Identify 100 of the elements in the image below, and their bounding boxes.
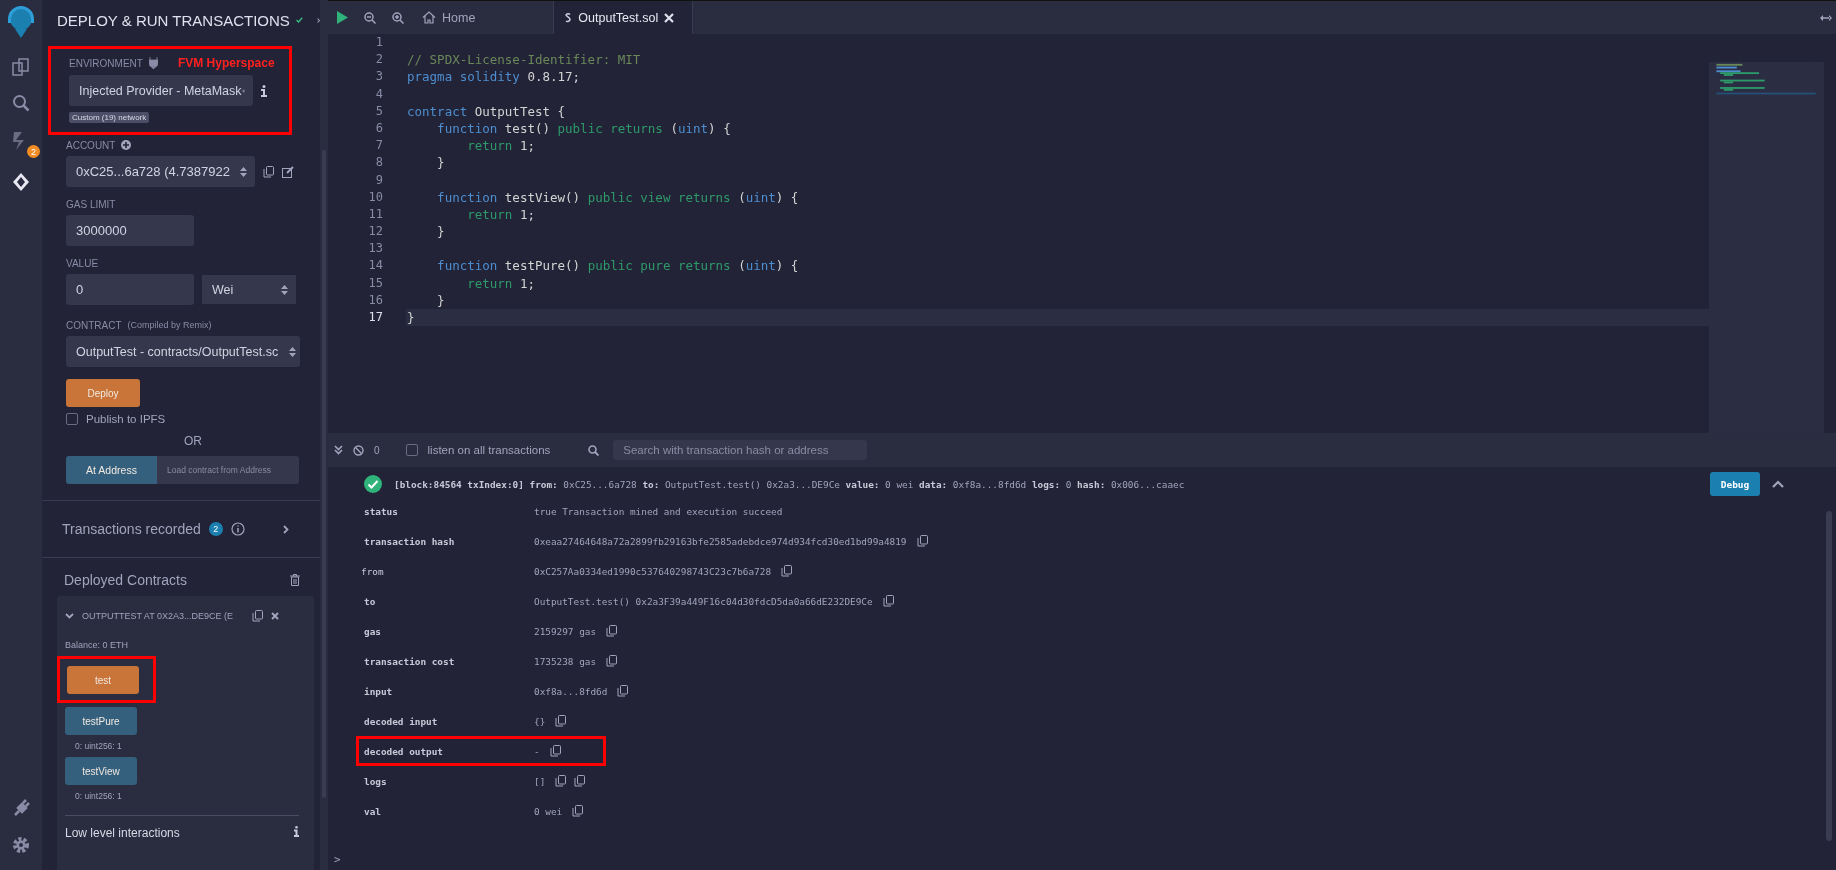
detail-key: from (361, 565, 531, 577)
line-number: 8 (375, 155, 383, 170)
chevron-down-icon[interactable] (65, 613, 74, 619)
search-icon[interactable] (588, 444, 600, 456)
settings-icon[interactable] (12, 836, 30, 854)
files-icon[interactable] (12, 58, 30, 76)
detail-key: decoded input (364, 715, 534, 727)
success-icon (364, 475, 382, 493)
contract-select[interactable]: OutputTest - contracts/OutputTest.sc (66, 336, 300, 367)
copy-icon[interactable] (882, 595, 894, 607)
zoom-in-icon[interactable] (392, 11, 404, 24)
address-field[interactable]: Load contract from Address (157, 456, 299, 484)
detail-value: 1735238 gas (534, 655, 597, 667)
info-icon[interactable] (294, 826, 299, 837)
line-number: 3 (375, 69, 383, 84)
terminal-prompt[interactable]: > (334, 853, 341, 866)
field-label: CONTRACT (66, 319, 122, 331)
clear-icon[interactable] (353, 444, 364, 456)
checkbox-label: listen on all transactions (427, 444, 551, 456)
caret-icon[interactable] (1772, 480, 1784, 488)
copy-icon[interactable] (781, 565, 793, 577)
search-icon[interactable] (12, 94, 30, 112)
code-line: function test() public returns (uint) { (436, 120, 731, 136)
editor-tab[interactable]: OutputTest.sol (553, 1, 694, 34)
balance-text: Balance: 0 ETH (65, 640, 129, 650)
plug-icon[interactable] (12, 798, 30, 816)
notification-badge: 2 (27, 145, 40, 158)
unit-select[interactable]: Wei (202, 275, 296, 304)
copy-icon[interactable] (555, 775, 567, 787)
detail-value: 0xf8a...8fd6d (534, 685, 608, 697)
trash-icon[interactable] (290, 574, 300, 586)
detail-value: true Transaction mined and execution succeed (534, 505, 783, 517)
copy-icon[interactable] (263, 165, 274, 178)
contract-title: OUTPUTTEST AT 0X2A3...DE9CE (E (82, 611, 235, 621)
detail-value: 2159297 gas (534, 625, 597, 637)
function-output: 0: uint256: 1 (75, 791, 122, 801)
line-number: 16 (368, 292, 383, 307)
environment-select[interactable]: Injected Provider - MetaMask (69, 75, 253, 106)
copy-icon[interactable] (572, 805, 584, 817)
pending-count: 0 (374, 444, 380, 456)
code-line: } (436, 292, 445, 308)
code-line: return 1; (466, 206, 535, 222)
copy-icon[interactable] (252, 610, 263, 622)
annotation-text: FVM Hyperspace (177, 56, 275, 70)
checkbox[interactable] (66, 413, 78, 425)
home-icon (422, 11, 436, 24)
copy-icon[interactable] (555, 715, 567, 727)
function-button[interactable]: testPure (65, 707, 137, 735)
section-title: Deployed Contracts (64, 572, 187, 588)
zoom-out-icon[interactable] (364, 11, 376, 24)
editor-tab[interactable]: Home (412, 1, 494, 34)
play-icon[interactable] (336, 11, 348, 24)
line-number: 15 (368, 275, 383, 290)
edit-icon[interactable] (282, 165, 294, 178)
scrollbar[interactable] (1826, 511, 1832, 841)
transaction-summary[interactable]: [block:84564 txIndex:0] from: 0xC25...6a728 to: OutputTest.test() 0x2a3...DE9Ce value: 0 wei data: 0xf8a...8fd6d logs: 0 hash: 0x006...caaec (394, 478, 1185, 490)
collapse-icon[interactable] (334, 445, 343, 455)
at-address-button[interactable]: At Address (66, 456, 157, 484)
account-select[interactable]: 0xC25...6a728 (4.7387922 (66, 156, 255, 187)
chevron-right-icon[interactable] (282, 524, 289, 534)
plus-icon[interactable] (121, 140, 132, 150)
select-arrows-icon (281, 283, 288, 296)
line-number: 10 (368, 189, 383, 204)
detail-value: [] (534, 775, 546, 787)
copy-icon[interactable] (617, 685, 629, 697)
section-title: Low level interactions (65, 826, 180, 840)
copy-icon[interactable] (606, 625, 618, 637)
select-arrows-icon (289, 345, 296, 358)
copy-icon[interactable] (549, 745, 561, 757)
copy-icon[interactable] (574, 775, 586, 787)
section-title[interactable]: Transactions recorded (62, 521, 201, 537)
close-icon[interactable] (271, 612, 279, 620)
resize-arrows-icon[interactable] (1820, 13, 1832, 22)
copy-icon[interactable] (606, 655, 618, 667)
line-number: 9 (375, 172, 383, 187)
detail-value: OutputTest.test() 0x2a3F39a449F16c04d30fdcD5da0a66dE232DE9Ce (534, 595, 873, 607)
function-button[interactable]: testView (65, 757, 137, 785)
line-number: 2 (375, 52, 383, 67)
copy-icon[interactable] (916, 535, 928, 547)
field-label: ENVIRONMENT (69, 57, 143, 69)
value-field[interactable]: 0 (66, 274, 194, 305)
code-line: } (407, 310, 415, 325)
debug-button[interactable]: Debug (1710, 472, 1760, 496)
detail-value: - (534, 745, 540, 757)
checkbox[interactable] (405, 444, 418, 456)
line-number: 13 (368, 241, 383, 256)
deploy-icon[interactable] (11, 172, 31, 192)
detail-key: status (364, 505, 534, 517)
field-label: GAS LIMIT (66, 198, 116, 210)
code-line: contract OutputTest { (407, 103, 566, 119)
info-icon[interactable] (261, 84, 267, 97)
detail-key: logs (364, 775, 534, 787)
detail-key: to (364, 595, 534, 607)
code-line: return 1; (466, 138, 535, 154)
detail-value: {} (534, 715, 546, 727)
gas-limit-field[interactable]: 3000000 (66, 215, 194, 246)
line-number: 4 (375, 86, 383, 101)
detail-value: 0xeaa27464648a72a2899fb29163bfe2585adebdce974d934fcd30ed1bd99a4819 (534, 535, 907, 547)
info-icon[interactable] (230, 522, 245, 536)
search-field[interactable]: Search with transaction hash or address (613, 440, 868, 460)
